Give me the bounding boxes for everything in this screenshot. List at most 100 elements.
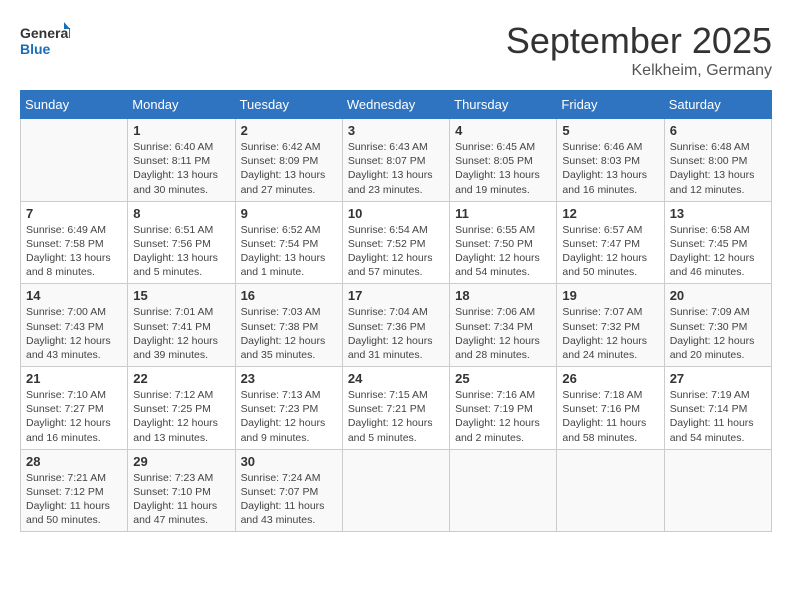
day-info: Sunrise: 7:09 AM Sunset: 7:30 PM Dayligh…: [670, 305, 766, 362]
day-number: 27: [670, 371, 766, 386]
calendar-day-cell: 15 Sunrise: 7:01 AM Sunset: 7:41 PM Dayli…: [128, 284, 235, 367]
calendar-day-cell: 28Sunrise: 7:21 AM Sunset: 7:12 PM Dayli…: [21, 449, 128, 532]
calendar-day-cell: [450, 449, 557, 532]
logo: General Blue: [20, 20, 70, 65]
day-info: Sunrise: 7:00 AM Sunset: 7:43 PM Dayligh…: [26, 305, 122, 362]
day-number: 1: [133, 123, 229, 138]
calendar-day-cell: 11Sunrise: 6:55 AM Sunset: 7:50 PM Dayli…: [450, 201, 557, 284]
day-number: 19: [562, 288, 658, 303]
day-info: Sunrise: 7:10 AM Sunset: 7:27 PM Dayligh…: [26, 388, 122, 445]
day-info: Sunrise: 7:07 AM Sunset: 7:32 PM Dayligh…: [562, 305, 658, 362]
calendar-day-cell: 30 Sunrise: 7:24 AM Sunset: 7:07 PM Dayli…: [235, 449, 342, 532]
calendar-day-cell: 20 Sunrise: 7:09 AM Sunset: 7:30 PM Dayli…: [664, 284, 771, 367]
calendar-table: SundayMondayTuesdayWednesdayThursdayFrid…: [20, 90, 772, 532]
day-number: 8: [133, 206, 229, 221]
day-info: Sunrise: 6:42 AM Sunset: 8:09 PM Dayligh…: [241, 140, 337, 197]
calendar-day-cell: 27Sunrise: 7:19 AM Sunset: 7:14 PM Dayli…: [664, 367, 771, 450]
day-info: Sunrise: 6:58 AM Sunset: 7:45 PM Dayligh…: [670, 223, 766, 280]
day-info: Sunrise: 7:23 AM Sunset: 7:10 PM Dayligh…: [133, 471, 229, 528]
day-info: Sunrise: 7:12 AM Sunset: 7:25 PM Dayligh…: [133, 388, 229, 445]
calendar-week-row: 21 Sunrise: 7:10 AM Sunset: 7:27 PM Dayli…: [21, 367, 772, 450]
calendar-day-cell: 13 Sunrise: 6:58 AM Sunset: 7:45 PM Dayli…: [664, 201, 771, 284]
calendar-day-cell: 2Sunrise: 6:42 AM Sunset: 8:09 PM Daylig…: [235, 119, 342, 202]
day-info: Sunrise: 6:51 AM Sunset: 7:56 PM Dayligh…: [133, 223, 229, 280]
day-info: Sunrise: 7:16 AM Sunset: 7:19 PM Dayligh…: [455, 388, 551, 445]
calendar-day-cell: 17 Sunrise: 7:04 AM Sunset: 7:36 PM Dayli…: [342, 284, 449, 367]
day-info: Sunrise: 6:54 AM Sunset: 7:52 PM Dayligh…: [348, 223, 444, 280]
day-number: 30: [241, 454, 337, 469]
day-number: 21: [26, 371, 122, 386]
calendar-day-cell: 23Sunrise: 7:13 AM Sunset: 7:23 PM Dayli…: [235, 367, 342, 450]
calendar-day-cell: 18Sunrise: 7:06 AM Sunset: 7:34 PM Dayli…: [450, 284, 557, 367]
day-number: 29: [133, 454, 229, 469]
day-number: 15: [133, 288, 229, 303]
day-info: Sunrise: 7:24 AM Sunset: 7:07 PM Dayligh…: [241, 471, 337, 528]
calendar-day-cell: 22 Sunrise: 7:12 AM Sunset: 7:25 PM Dayli…: [128, 367, 235, 450]
day-number: 16: [241, 288, 337, 303]
calendar-header-row: SundayMondayTuesdayWednesdayThursdayFrid…: [21, 91, 772, 119]
day-number: 24: [348, 371, 444, 386]
day-number: 7: [26, 206, 122, 221]
title-block: September 2025 Kelkheim, Germany: [506, 20, 772, 80]
day-number: 28: [26, 454, 122, 469]
calendar-day-cell: [342, 449, 449, 532]
calendar-body: 1 Sunrise: 6:40 AM Sunset: 8:11 PM Daylig…: [21, 119, 772, 532]
day-number: 6: [670, 123, 766, 138]
day-number: 20: [670, 288, 766, 303]
calendar-day-cell: 14 Sunrise: 7:00 AM Sunset: 7:43 PM Dayli…: [21, 284, 128, 367]
day-info: Sunrise: 6:40 AM Sunset: 8:11 PM Dayligh…: [133, 140, 229, 197]
calendar-day-cell: 21 Sunrise: 7:10 AM Sunset: 7:27 PM Dayli…: [21, 367, 128, 450]
location-subtitle: Kelkheim, Germany: [506, 62, 772, 80]
month-title: September 2025: [506, 20, 772, 62]
day-number: 14: [26, 288, 122, 303]
day-info: Sunrise: 7:18 AM Sunset: 7:16 PM Dayligh…: [562, 388, 658, 445]
day-number: 13: [670, 206, 766, 221]
day-info: Sunrise: 6:57 AM Sunset: 7:47 PM Dayligh…: [562, 223, 658, 280]
calendar-weekday-header: Friday: [557, 91, 664, 119]
calendar-day-cell: [664, 449, 771, 532]
calendar-weekday-header: Monday: [128, 91, 235, 119]
day-number: 18: [455, 288, 551, 303]
day-number: 9: [241, 206, 337, 221]
svg-text:Blue: Blue: [20, 41, 51, 57]
calendar-week-row: 1 Sunrise: 6:40 AM Sunset: 8:11 PM Daylig…: [21, 119, 772, 202]
calendar-day-cell: 12 Sunrise: 6:57 AM Sunset: 7:47 PM Dayli…: [557, 201, 664, 284]
day-number: 23: [241, 371, 337, 386]
calendar-day-cell: 25 Sunrise: 7:16 AM Sunset: 7:19 PM Dayli…: [450, 367, 557, 450]
day-number: 12: [562, 206, 658, 221]
day-number: 17: [348, 288, 444, 303]
svg-text:General: General: [20, 25, 70, 41]
calendar-day-cell: 8 Sunrise: 6:51 AM Sunset: 7:56 PM Daylig…: [128, 201, 235, 284]
calendar-day-cell: 26Sunrise: 7:18 AM Sunset: 7:16 PM Dayli…: [557, 367, 664, 450]
calendar-week-row: 7 Sunrise: 6:49 AM Sunset: 7:58 PM Daylig…: [21, 201, 772, 284]
calendar-weekday-header: Sunday: [21, 91, 128, 119]
day-number: 3: [348, 123, 444, 138]
calendar-day-cell: 1 Sunrise: 6:40 AM Sunset: 8:11 PM Daylig…: [128, 119, 235, 202]
calendar-day-cell: 4Sunrise: 6:45 AM Sunset: 8:05 PM Daylig…: [450, 119, 557, 202]
calendar-day-cell: 29 Sunrise: 7:23 AM Sunset: 7:10 PM Dayli…: [128, 449, 235, 532]
day-number: 22: [133, 371, 229, 386]
calendar-day-cell: 3 Sunrise: 6:43 AM Sunset: 8:07 PM Daylig…: [342, 119, 449, 202]
day-info: Sunrise: 7:15 AM Sunset: 7:21 PM Dayligh…: [348, 388, 444, 445]
calendar-weekday-header: Saturday: [664, 91, 771, 119]
calendar-day-cell: 16 Sunrise: 7:03 AM Sunset: 7:38 PM Dayli…: [235, 284, 342, 367]
day-info: Sunrise: 7:04 AM Sunset: 7:36 PM Dayligh…: [348, 305, 444, 362]
calendar-day-cell: [21, 119, 128, 202]
calendar-weekday-header: Thursday: [450, 91, 557, 119]
calendar-day-cell: 5Sunrise: 6:46 AM Sunset: 8:03 PM Daylig…: [557, 119, 664, 202]
calendar-day-cell: [557, 449, 664, 532]
calendar-day-cell: 9 Sunrise: 6:52 AM Sunset: 7:54 PM Daylig…: [235, 201, 342, 284]
day-info: Sunrise: 6:52 AM Sunset: 7:54 PM Dayligh…: [241, 223, 337, 280]
day-info: Sunrise: 6:43 AM Sunset: 8:07 PM Dayligh…: [348, 140, 444, 197]
day-number: 25: [455, 371, 551, 386]
day-info: Sunrise: 6:46 AM Sunset: 8:03 PM Dayligh…: [562, 140, 658, 197]
calendar-weekday-header: Tuesday: [235, 91, 342, 119]
calendar-day-cell: 7 Sunrise: 6:49 AM Sunset: 7:58 PM Daylig…: [21, 201, 128, 284]
day-info: Sunrise: 6:49 AM Sunset: 7:58 PM Dayligh…: [26, 223, 122, 280]
page-header: General Blue September 2025 Kelkheim, Ge…: [20, 20, 772, 80]
calendar-day-cell: 19 Sunrise: 7:07 AM Sunset: 7:32 PM Dayli…: [557, 284, 664, 367]
day-info: Sunrise: 7:03 AM Sunset: 7:38 PM Dayligh…: [241, 305, 337, 362]
calendar-day-cell: 24 Sunrise: 7:15 AM Sunset: 7:21 PM Dayli…: [342, 367, 449, 450]
calendar-weekday-header: Wednesday: [342, 91, 449, 119]
day-info: Sunrise: 7:01 AM Sunset: 7:41 PM Dayligh…: [133, 305, 229, 362]
